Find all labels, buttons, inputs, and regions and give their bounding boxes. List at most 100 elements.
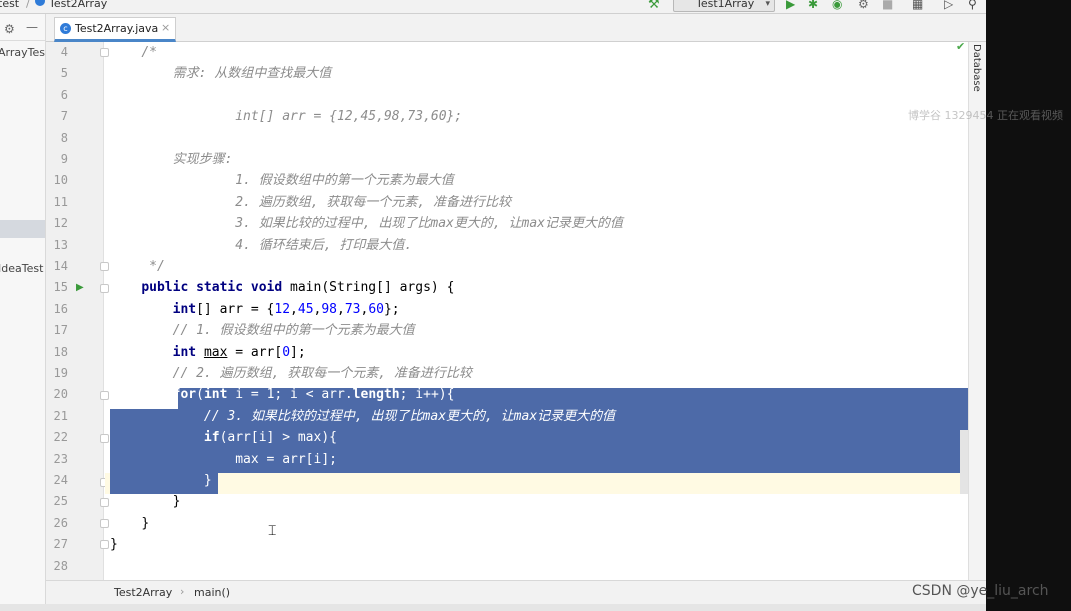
line-number: 24 xyxy=(53,473,68,487)
minimize-icon[interactable]: — xyxy=(26,20,38,34)
code-line: 2. 遍历数组, 获取每一个元素, 准备进行比较 xyxy=(235,194,512,210)
database-panel-tab[interactable]: Database xyxy=(971,44,982,92)
code-line: } xyxy=(110,537,118,553)
fold-marker-icon[interactable] xyxy=(100,284,109,293)
tree-item-ideatest[interactable]: IdeaTest xyxy=(0,262,43,275)
code-line: max = arr[i]; xyxy=(235,451,337,467)
fold-marker-icon[interactable] xyxy=(100,519,109,528)
line-number: 6 xyxy=(60,87,68,102)
gear-icon[interactable]: ⚙ xyxy=(4,22,15,36)
code-editor[interactable]: 4 5 6 7 8 9 10 11 12 13 14 15 16 17 18 1… xyxy=(46,42,986,580)
line-number: 19 xyxy=(53,366,68,380)
fold-marker-icon[interactable] xyxy=(100,434,109,443)
line-number: 18 xyxy=(53,344,68,359)
stop-icon[interactable]: ■ xyxy=(882,0,893,11)
run-configuration-dropdown[interactable]: Test1Array ▾ xyxy=(673,0,775,12)
line-number: 27 xyxy=(53,537,68,552)
coverage-icon[interactable]: ◉ xyxy=(832,0,842,11)
code-line: } xyxy=(141,515,150,531)
line-number: 15 xyxy=(53,280,68,295)
class-icon xyxy=(35,0,45,6)
bottom-border xyxy=(0,604,986,611)
tree-item-arraytest[interactable]: ArrayTes xyxy=(0,46,45,59)
line-number: 11 xyxy=(53,194,68,209)
run-config-label: Test1Array xyxy=(696,0,755,10)
line-number: 12 xyxy=(53,216,68,231)
line-number: 23 xyxy=(53,451,68,466)
search-icon[interactable]: ⚲ xyxy=(968,0,977,11)
breadcrumb-project[interactable]: test xyxy=(0,0,19,10)
project-structure-icon[interactable]: ▦ xyxy=(912,0,923,11)
code-line: */ xyxy=(149,259,165,274)
line-number: 28 xyxy=(53,558,68,573)
line-number: 8 xyxy=(60,130,68,145)
code-line: 1. 假设数组中的第一个元素为最大值 xyxy=(235,173,454,189)
line-number: 22 xyxy=(53,430,68,445)
line-number: 13 xyxy=(53,237,68,252)
run-gutter-icon[interactable]: ▶ xyxy=(76,277,84,298)
debug-icon[interactable]: ✱ xyxy=(808,0,818,11)
code-line: // 3. 如果比较的过程中, 出现了比max更大的, 让max记录更大的值 xyxy=(203,408,616,424)
profile-icon[interactable]: ⚙ xyxy=(858,0,869,11)
line-number: 17 xyxy=(53,323,68,338)
navigation-bar: test / Test2Array ⚒ Test1Array ▾ ▶ ✱ ◉ ⚙… xyxy=(0,0,986,14)
run-icon[interactable]: ▶ xyxy=(786,0,795,11)
breadcrumb-separator: / xyxy=(26,0,30,10)
scrollbar-marker[interactable] xyxy=(960,430,968,494)
watermark-text: 博学谷 1329454 正在观看视频 xyxy=(908,109,1063,122)
chevron-down-icon: ▾ xyxy=(765,0,770,9)
code-line: 实现步骤: xyxy=(172,152,233,167)
breadcrumb-class[interactable]: Test2Array xyxy=(49,0,107,10)
fold-marker-icon[interactable] xyxy=(100,48,109,57)
line-number: 25 xyxy=(53,494,68,509)
fold-marker-icon[interactable] xyxy=(100,262,109,271)
code-line: // 2. 遍历数组, 获取每一个元素, 准备进行比较 xyxy=(172,366,472,381)
status-breadcrumb-separator: › xyxy=(180,585,185,598)
project-panel: ⚙ — ArrayTes IdeaTest xyxy=(0,14,46,611)
line-number: 7 xyxy=(60,109,68,124)
code-line: if(arr[i] > max){ xyxy=(203,430,337,446)
line-number-gutter: 4 5 6 7 8 9 10 11 12 13 14 15 16 17 18 1… xyxy=(46,42,104,580)
csdn-watermark: CSDN @ye_liu_arch xyxy=(912,583,1049,599)
code-line: 3. 如果比较的过程中, 出现了比max更大的, 让max记录更大的值 xyxy=(235,216,623,232)
video-letterbox xyxy=(986,0,1071,611)
line-number: 21 xyxy=(53,408,68,423)
fold-marker-icon[interactable] xyxy=(100,391,109,400)
line-number: 9 xyxy=(60,152,68,166)
editor-breadcrumb-bar: Test2Array › main() xyxy=(46,580,986,604)
code-line: int max = arr[0]; xyxy=(172,344,306,360)
editor-tab-bar: c Test2Array.java × xyxy=(46,14,986,42)
fold-marker-icon[interactable] xyxy=(100,498,109,507)
check-icon: ✔ xyxy=(956,40,966,53)
tree-selected-row[interactable] xyxy=(0,220,45,238)
status-breadcrumb-method[interactable]: main() xyxy=(194,586,230,599)
code-line: } xyxy=(172,494,181,510)
code-line: public static void main(String[] args) { xyxy=(141,280,455,296)
line-number: 5 xyxy=(60,66,68,81)
line-number: 26 xyxy=(53,515,68,530)
close-icon[interactable]: × xyxy=(161,21,170,34)
code-line: /* xyxy=(141,45,157,60)
fold-marker-icon[interactable] xyxy=(100,540,109,549)
code-line: for(int i = 1; i < arr.length; i++){ xyxy=(172,387,455,403)
tab-label: Test2Array.java xyxy=(75,22,159,35)
line-number: 20 xyxy=(53,387,68,402)
presentation-icon[interactable]: ▷ xyxy=(944,0,953,11)
code-line: 4. 循环结束后, 打印最大值. xyxy=(235,237,413,253)
divider xyxy=(0,40,45,41)
code-line: int[] arr = {12,45,98,73,60}; xyxy=(235,109,463,125)
tab-test2array[interactable]: c Test2Array.java × xyxy=(54,17,176,42)
line-number: 16 xyxy=(53,301,68,316)
hammer-icon[interactable]: ⚒ xyxy=(648,0,660,12)
code-line: int[] arr = {12,45,98,73,60}; xyxy=(172,301,400,317)
java-class-icon: c xyxy=(60,23,71,34)
line-number: 10 xyxy=(53,173,68,188)
line-number: 4 xyxy=(60,45,68,59)
line-number: 14 xyxy=(53,259,68,273)
status-breadcrumb-class[interactable]: Test2Array xyxy=(114,586,172,599)
code-line: // 1. 假设数组中的第一个元素为最大值 xyxy=(172,323,415,339)
code-line: } xyxy=(203,473,212,488)
mouse-text-cursor-icon: ⌶ xyxy=(268,523,277,539)
code-line: 需求: 从数组中查找最大值 xyxy=(172,66,332,82)
current-line-highlight xyxy=(105,473,968,495)
